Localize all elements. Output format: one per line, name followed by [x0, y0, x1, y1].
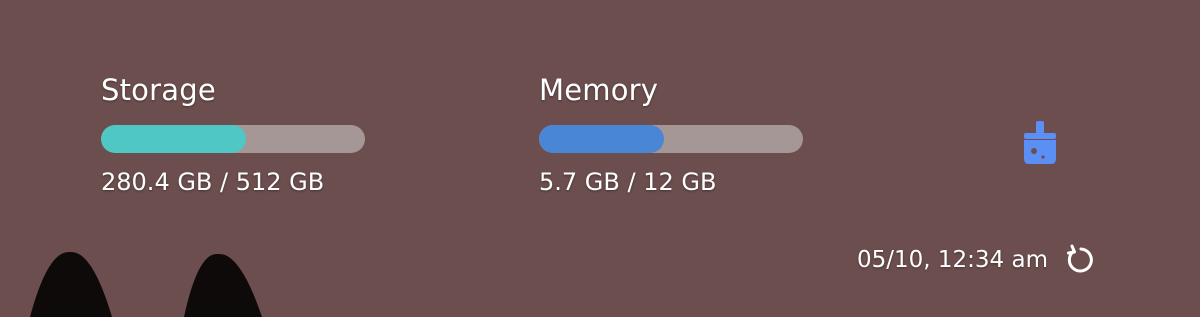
storage-usage-text: 280.4 GB / 512 GB — [101, 168, 325, 196]
memory-usage-text: 5.7 GB / 12 GB — [539, 168, 717, 196]
refresh-icon — [1067, 244, 1093, 273]
storage-progress-bar — [101, 125, 365, 153]
storage-widget: Storage 280.4 GB / 512 GB — [101, 72, 365, 197]
refresh-button[interactable] — [1064, 243, 1098, 277]
cat-ears-decoration — [30, 251, 262, 317]
memory-title: Memory — [539, 73, 659, 107]
storage-progress-fill — [101, 125, 246, 153]
memory-progress-bar — [539, 125, 803, 153]
memory-progress-fill — [539, 125, 665, 153]
clean-button[interactable] — [1012, 115, 1068, 171]
memory-widget: Memory 5.7 GB / 12 GB — [539, 72, 803, 197]
storage-title: Storage — [101, 73, 216, 107]
last-updated-timestamp: 05/10, 12:34 am — [857, 247, 1048, 273]
footer: 05/10, 12:34 am — [857, 240, 1098, 280]
broom-icon — [1024, 121, 1056, 164]
